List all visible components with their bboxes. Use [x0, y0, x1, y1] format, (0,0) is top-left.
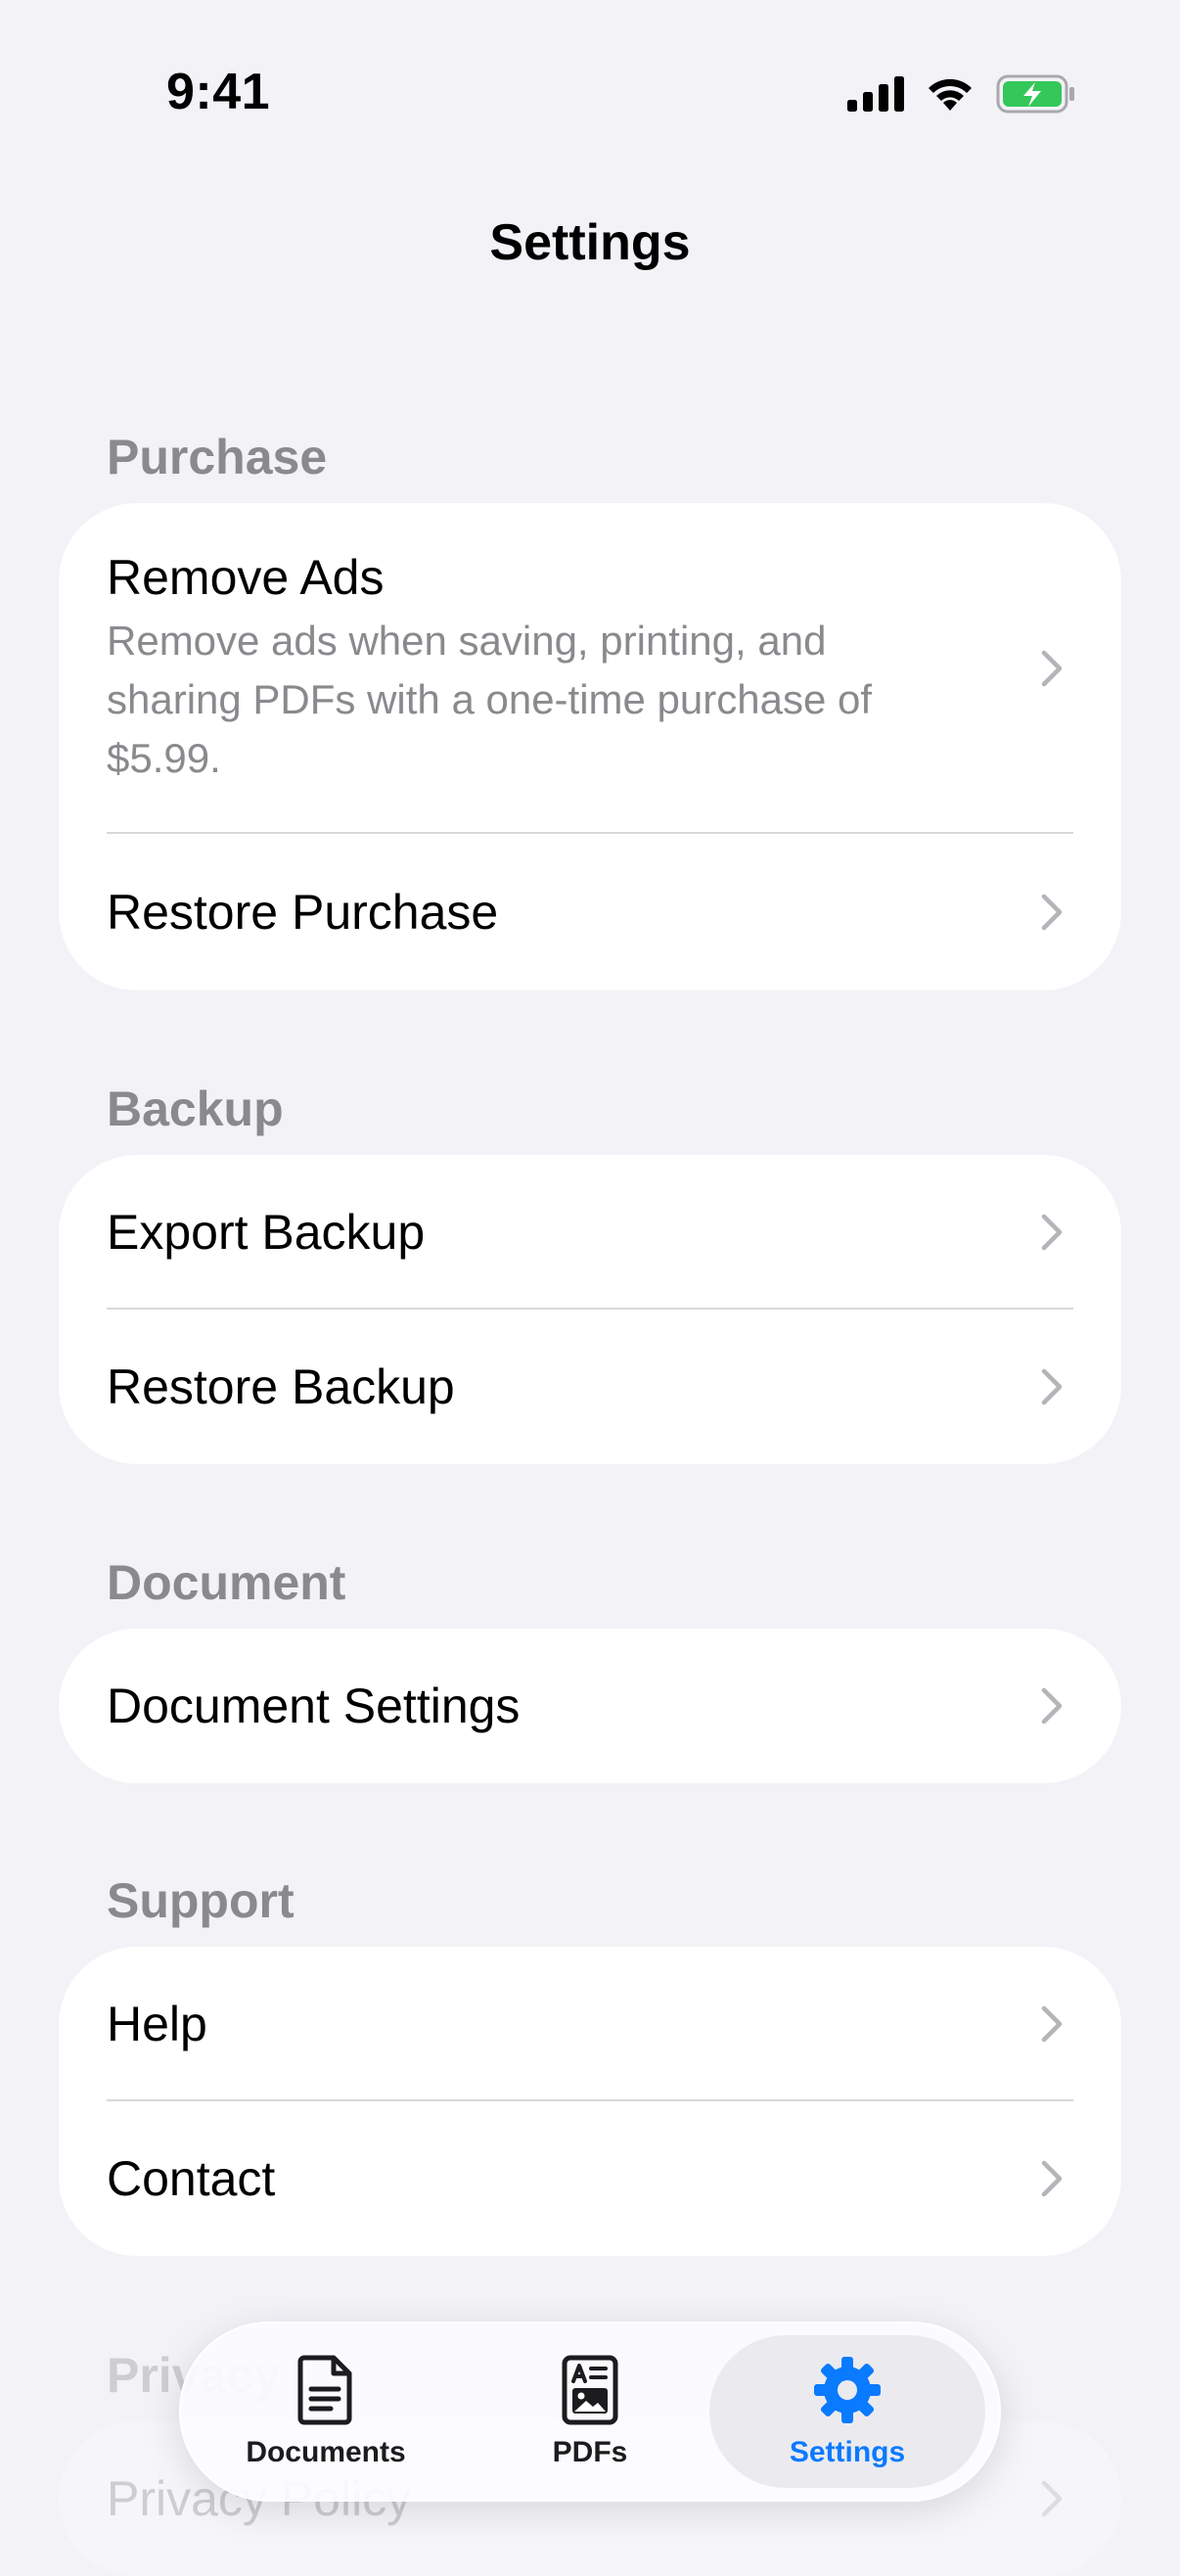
restore-backup-row[interactable]: Restore Backup: [59, 1310, 1121, 1464]
chevron-right-icon: [1041, 2005, 1063, 2043]
section-header-backup: Backup: [107, 1081, 284, 1136]
chevron-right-icon: [1041, 1687, 1063, 1725]
export-backup-row[interactable]: Export Backup: [59, 1155, 1121, 1310]
chevron-right-icon: [1041, 894, 1063, 931]
status-bar: 9:41: [0, 0, 1180, 137]
help-label: Help: [107, 1997, 207, 2051]
document-icon: [297, 2355, 352, 2425]
cellular-signal-icon: [847, 76, 904, 112]
contact-label: Contact: [107, 2151, 276, 2206]
tab-documents[interactable]: Documents: [199, 2335, 453, 2488]
document-settings-label: Document Settings: [107, 1679, 521, 1733]
status-time: 9:41: [166, 64, 271, 120]
remove-ads-title: Remove Ads: [107, 550, 385, 605]
contact-row[interactable]: Contact: [59, 2101, 1121, 2256]
restore-purchase-label: Restore Purchase: [107, 885, 499, 940]
tab-pdfs[interactable]: PDFs: [463, 2335, 717, 2488]
export-backup-label: Export Backup: [107, 1205, 426, 1260]
chevron-right-icon: [1041, 1214, 1063, 1251]
backup-card: Export Backup Restore Backup: [59, 1155, 1121, 1464]
tab-bar: Documents PDFs Settings: [179, 2322, 1001, 2502]
restore-backup-label: Restore Backup: [107, 1359, 455, 1414]
support-card: Help Contact: [59, 1947, 1121, 2256]
chevron-right-icon: [1041, 1368, 1063, 1405]
chevron-right-icon: [1041, 650, 1063, 687]
remove-ads-row[interactable]: Remove Ads Remove ads when saving, print…: [59, 503, 1121, 834]
battery-charging-icon: [996, 74, 1074, 114]
chevron-right-icon: [1041, 2480, 1063, 2517]
chevron-right-icon: [1041, 2160, 1063, 2197]
remove-ads-text: Remove Ads Remove ads when saving, print…: [107, 549, 1039, 788]
help-row[interactable]: Help: [59, 1947, 1121, 2101]
gear-icon: [814, 2357, 881, 2423]
document-settings-row[interactable]: Document Settings: [59, 1629, 1121, 1783]
section-header-support: Support: [107, 1873, 295, 1928]
page-title: Settings: [489, 214, 691, 271]
status-icons: [847, 74, 1076, 114]
tab-settings[interactable]: Settings: [709, 2335, 985, 2488]
tab-documents-label: Documents: [246, 2436, 406, 2468]
pdf-icon: [562, 2355, 618, 2425]
purchase-card: Remove Ads Remove ads when saving, print…: [59, 503, 1121, 990]
document-card: Document Settings: [59, 1629, 1121, 1783]
tab-pdfs-label: PDFs: [552, 2436, 628, 2468]
remove-ads-subtitle: Remove ads when saving, printing, and sh…: [107, 618, 873, 781]
section-header-document: Document: [107, 1555, 346, 1610]
tab-settings-label: Settings: [789, 2436, 906, 2468]
restore-purchase-row[interactable]: Restore Purchase: [59, 834, 1121, 990]
section-header-purchase: Purchase: [107, 430, 328, 484]
wifi-icon: [929, 78, 972, 111]
